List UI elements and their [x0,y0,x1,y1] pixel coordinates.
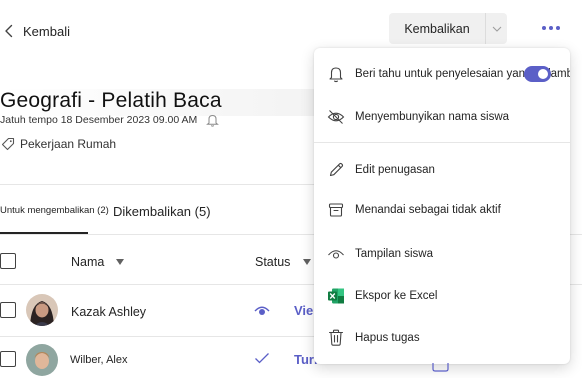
menu-item-label: Edit penugasan [355,164,435,176]
status-link[interactable]: Vie [294,303,313,318]
student-name[interactable]: Wilber, Alex [70,354,127,366]
bell-icon[interactable] [206,113,219,127]
pencil-icon [326,160,346,180]
sort-down-icon[interactable] [303,259,311,265]
due-date: Jatuh tempo 18 Desember 2023 09.00 AM [0,114,198,126]
sort-down-icon[interactable] [116,259,124,265]
avatar [26,344,58,376]
menu-item-notify-late[interactable]: Beri tahu untuk penyelesaian yang terlam… [314,59,570,89]
menu-item-mark-inactive[interactable]: Menandai sebagai tidak aktif [314,195,570,225]
more-dot [549,26,553,30]
menu-item-student-view[interactable]: Tampilan siswa [314,239,570,269]
column-header-name[interactable]: Nama [71,255,104,269]
assignment-title: Geografi - Pelatih Baca [0,89,222,112]
menu-item-label: Ekspor ke Excel [355,290,438,302]
comment-icon[interactable] [432,363,450,373]
eye-icon [326,244,346,264]
menu-item-label: Hapus tugas [355,332,420,344]
tag-icon [1,137,15,151]
select-all-checkbox[interactable] [0,253,16,269]
eye-icon [254,306,270,315]
excel-icon [326,286,346,306]
tab-returned[interactable]: Dikembalikan (5) [113,204,211,219]
return-button[interactable]: Kembalikan [389,13,486,44]
menu-divider [314,142,570,143]
checkmark-icon [255,353,269,364]
category-label: Pekerjaan Rumah [20,137,117,151]
more-options-menu: Beri tahu untuk penyelesaian yang terlam… [314,48,570,364]
chevron-down-icon [492,26,501,32]
row-checkbox[interactable] [0,302,16,318]
trash-icon [326,328,346,348]
row-checkbox[interactable] [0,351,16,367]
chevron-left-icon [5,24,13,38]
menu-item-label: Tampilan siswa [355,248,433,260]
student-name[interactable]: Kazak Ashley [71,305,146,319]
return-options-button[interactable] [486,13,507,44]
more-dot [542,26,546,30]
return-split-button: Kembalikan [389,13,507,44]
row-divider [0,336,314,337]
toggle-knob [538,69,548,79]
back-button[interactable]: Kembali [0,18,70,44]
avatar [26,294,58,326]
menu-item-hide-names[interactable]: Menyembunyikan nama siswa [314,102,570,132]
eye-off-icon [326,107,346,127]
archive-icon [326,200,346,220]
menu-item-export-excel[interactable]: Ekspor ke Excel [314,281,570,311]
more-dot [556,26,560,30]
menu-item-label: Menandai sebagai tidak aktif [355,204,501,216]
divider [0,184,314,185]
back-label: Kembali [23,23,70,39]
tab-to-return[interactable]: Untuk mengembalikan (2) [0,205,109,216]
table-row[interactable]: Kazak Ashley Vie [0,286,314,336]
bell-icon [326,64,346,84]
table-row[interactable]: Wilber, Alex Turned in [0,338,352,378]
menu-item-label: Menyembunyikan nama siswa [355,111,510,123]
menu-item-edit-assignment[interactable]: Edit penugasan [314,155,570,185]
more-options-button[interactable] [540,20,562,36]
notify-late-toggle[interactable] [524,66,551,82]
column-header-status[interactable]: Status [255,255,290,269]
menu-item-delete-assignment[interactable]: Hapus tugas [314,323,570,353]
